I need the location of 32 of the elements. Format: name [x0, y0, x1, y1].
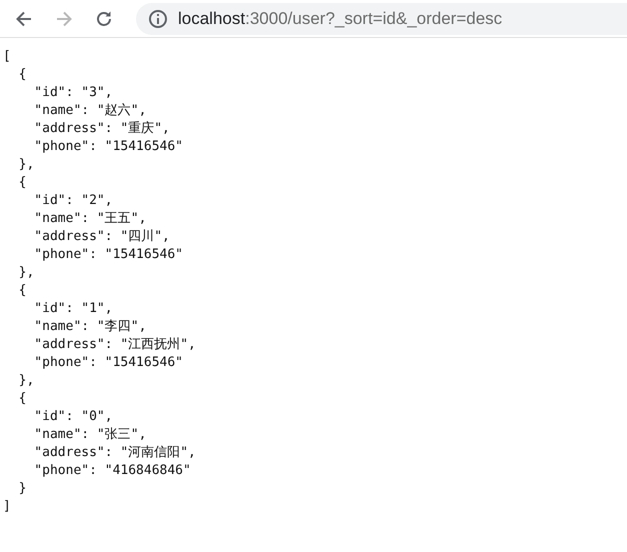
json-line: {	[18, 66, 26, 84]
json-line: "name": "赵六",	[33, 102, 146, 120]
json-line: [	[3, 48, 11, 66]
json-line: "name": "李四",	[33, 318, 146, 336]
json-line: }	[18, 480, 26, 498]
info-icon	[148, 8, 168, 28]
json-line: "name": "王五",	[33, 210, 146, 228]
json-line: "address": "四川",	[33, 228, 170, 246]
json-line: ]	[3, 498, 11, 516]
json-line: "phone": "15416546"	[33, 354, 184, 372]
forward-arrow-icon	[55, 10, 73, 28]
json-line: {	[18, 174, 26, 192]
json-line: {	[18, 390, 26, 408]
json-line: "address": "江西抚州",	[33, 336, 196, 354]
json-line: "address": "重庆",	[33, 120, 170, 138]
json-line: "phone": "15416546"	[33, 246, 184, 264]
json-line: "id": "2",	[33, 192, 113, 210]
json-line: },	[18, 156, 34, 174]
reload-icon	[95, 10, 113, 28]
json-line: {	[18, 282, 26, 300]
json-line: },	[18, 264, 34, 282]
json-line: "phone": "15416546"	[33, 138, 184, 156]
url-text: localhost:3000/user?_sort=id&_order=desc	[178, 8, 502, 28]
json-line: "id": "1",	[33, 300, 113, 318]
json-line: "address": "河南信阳",	[33, 444, 196, 462]
address-bar[interactable]: localhost:3000/user?_sort=id&_order=desc	[136, 2, 627, 34]
json-line: },	[18, 372, 34, 390]
json-line: "id": "0",	[33, 408, 113, 426]
json-line: "phone": "416846846"	[33, 462, 191, 480]
json-line: "id": "3",	[33, 84, 113, 102]
back-arrow-icon	[15, 10, 33, 28]
json-line: "name": "张三",	[33, 426, 146, 444]
